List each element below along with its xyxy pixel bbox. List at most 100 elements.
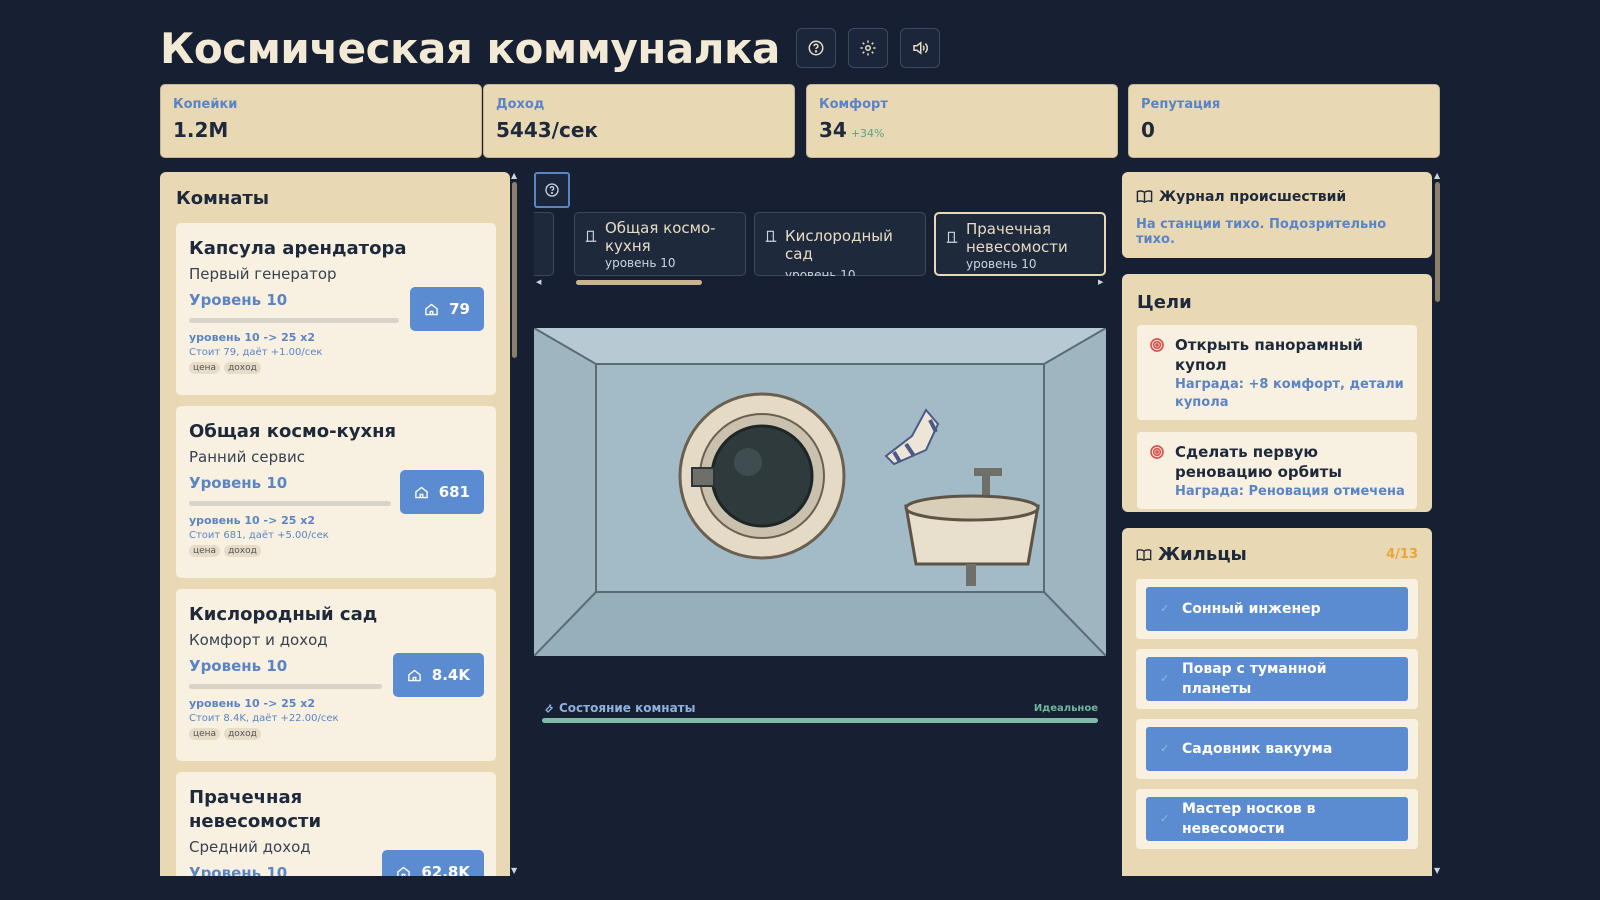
rooms-scrollbar[interactable]: [512, 182, 517, 358]
buy-room-button[interactable]: 681: [399, 470, 484, 514]
buy-price: 681: [438, 483, 470, 501]
room-card[interactable]: Капсула арендатора Первый генератор Уров…: [176, 223, 496, 395]
title-row: Космическая коммуналка: [160, 20, 940, 76]
tab-level: уровень 10: [605, 256, 676, 270]
room-cost: Стоит 79, даёт +1.00/сек: [189, 347, 323, 358]
door-icon: [585, 230, 597, 242]
room-desc: Комфорт и доход: [189, 631, 328, 649]
scroll-down-arrow[interactable]: ▼: [511, 866, 517, 875]
room-help-button[interactable]: [534, 172, 570, 208]
target-icon: [1150, 338, 1164, 352]
room-card[interactable]: Кислородный сад Комфорт и доход Уровень …: [176, 589, 496, 761]
stat-value: 1.2M: [173, 118, 229, 142]
stat-label: Репутация: [1141, 97, 1221, 112]
goal-name: Открыть панорамный купол: [1175, 336, 1364, 374]
stat-value: 34 +34%: [819, 118, 1117, 142]
tenant-item: ✓ Сонный инженер: [1136, 579, 1418, 639]
room-tab[interactable]: Общая космо-кухня уровень 10: [574, 212, 746, 276]
buy-price: 79: [449, 300, 470, 318]
book-icon: [1136, 190, 1153, 204]
tenants-heading: Жильцы 4/13: [1136, 544, 1418, 565]
check-icon: ✓: [1160, 672, 1170, 685]
room-tags: цена доход: [189, 362, 484, 374]
tabs-scrollbar[interactable]: [576, 280, 702, 285]
scroll-down-arrow[interactable]: ▼: [1434, 866, 1440, 875]
stat-number: 34: [819, 118, 847, 142]
scroll-up-arrow[interactable]: ▲: [1434, 171, 1440, 180]
room-desc: Первый генератор: [189, 265, 337, 283]
room-tab[interactable]: Кислородный сад уровень 10: [754, 212, 926, 276]
game-title: Космическая коммуналка: [160, 23, 780, 73]
laundry-room-illustration: [534, 328, 1106, 656]
tab-level: уровень 10: [966, 257, 1037, 271]
condition-state: Идеальное: [1033, 703, 1098, 714]
buy-price: 8.4K: [431, 666, 470, 684]
scroll-up-arrow[interactable]: ▲: [511, 171, 517, 180]
buy-room-button[interactable]: 8.4K: [392, 653, 484, 697]
tabs-scroll-left[interactable]: ◀: [536, 278, 541, 286]
goals-heading: Цели: [1137, 292, 1192, 313]
room-scene[interactable]: [534, 328, 1106, 656]
right-scrollbar[interactable]: [1435, 182, 1440, 302]
tenant-name: Садовник вакуума: [1182, 741, 1333, 757]
tab-name: Прачечная невесомости: [966, 220, 1068, 256]
room-name: Кислородный сад: [189, 604, 378, 625]
rooms-heading: Комнаты: [176, 188, 270, 209]
target-icon: [1150, 445, 1164, 459]
tabs-scroll-right[interactable]: ▶: [1098, 278, 1103, 286]
goal-name: Сделать первую реновацию орбиты: [1175, 443, 1342, 481]
house-icon: [407, 669, 421, 681]
tenants-title: Жильцы: [1158, 544, 1247, 565]
condition-label: Состояние комнаты: [543, 701, 695, 715]
stat-delta: +34%: [850, 127, 885, 140]
buy-price: 62.8K: [421, 863, 470, 876]
buy-room-button[interactable]: 62.8K: [382, 850, 484, 876]
door-icon: [946, 231, 958, 243]
book-icon: [1136, 548, 1152, 561]
room-tab-partial[interactable]: [534, 212, 554, 276]
room-progress-bar: [189, 684, 382, 689]
room-name: Капсула арендатора: [189, 238, 407, 259]
room-upgrade: уровень 10 -> 25 x2: [189, 331, 316, 344]
room-tags: цена доход: [189, 728, 484, 740]
settings-button[interactable]: [847, 28, 888, 68]
goal-item[interactable]: Сделать первую реновацию орбиты Награда:…: [1137, 432, 1417, 509]
condition-text: Состояние комнаты: [559, 701, 696, 715]
stat-reputation: Репутация 0: [1128, 84, 1440, 158]
tag: доход: [224, 362, 261, 374]
tenant-button[interactable]: ✓ Сонный инженер: [1146, 587, 1408, 631]
tenant-name: Мастер носков в невесомости: [1182, 801, 1316, 837]
tab-level: уровень 10: [785, 268, 856, 276]
room-cost: Стоит 681, даёт +5.00/сек: [189, 530, 329, 541]
stat-label: Копейки: [173, 97, 238, 112]
buy-room-button[interactable]: 79: [410, 287, 484, 331]
tag: цена: [189, 728, 221, 740]
tag: доход: [224, 728, 261, 740]
house-icon: [397, 866, 411, 876]
tenant-button[interactable]: ✓ Мастер носков в невесомости: [1146, 797, 1408, 841]
tab-name: Общая космо-кухня: [605, 219, 716, 255]
goal-reward: Награда: Реновация отмечена: [1175, 484, 1405, 499]
stat-value: 0: [1141, 118, 1155, 142]
tenant-item: ✓ Садовник вакуума: [1136, 719, 1418, 779]
tenant-button[interactable]: ✓ Повар с туманной планеты: [1146, 657, 1408, 701]
check-icon: ✓: [1160, 742, 1170, 755]
stat-comfort: Комфорт 34 +34%: [806, 84, 1118, 158]
tenant-button[interactable]: ✓ Садовник вакуума: [1146, 727, 1408, 771]
room-card[interactable]: Прачечная невесомости Средний доход Уров…: [176, 772, 496, 876]
stat-income: Доход 5443/сек: [483, 84, 795, 158]
help-button[interactable]: [795, 28, 836, 68]
help-circle-icon: [808, 40, 824, 56]
room-progress-bar: [189, 318, 399, 323]
room-progress-bar: [189, 501, 391, 506]
incident-journal: Журнал происшествий На станции тихо. Под…: [1122, 172, 1432, 258]
room-tab-active[interactable]: Прачечная невесомости уровень 10: [934, 212, 1106, 276]
room-tabs: Общая космо-кухня уровень 10 Кислородный…: [534, 212, 1106, 276]
sound-button[interactable]: [899, 28, 940, 68]
house-icon: [425, 303, 438, 315]
room-upgrade: уровень 10 -> 25 x2: [189, 514, 316, 527]
room-tags: цена доход: [189, 545, 484, 557]
goal-item[interactable]: Открыть панорамный купол Награда: +8 ком…: [1137, 325, 1417, 420]
condition-bar: [542, 718, 1098, 723]
room-card[interactable]: Общая космо-кухня Ранний сервис Уровень …: [176, 406, 496, 578]
